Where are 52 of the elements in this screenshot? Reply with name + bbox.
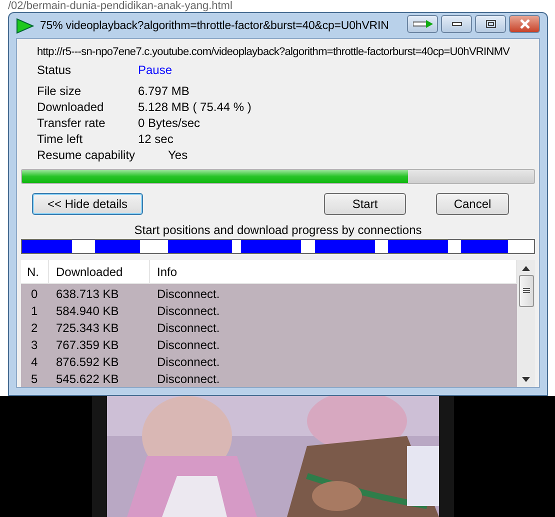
table-cell-text: 767.359 KB [55, 338, 120, 352]
field-value: 12 sec [138, 132, 174, 146]
arrow-button[interactable] [407, 15, 438, 33]
field-label: Time left [37, 132, 84, 146]
cancel-button[interactable]: Cancel [436, 193, 509, 215]
field-label: Transfer rate [37, 116, 106, 130]
table-cell-text: 638.713 KB [55, 286, 120, 300]
url-text: http://r5---sn-npo7ene7.c.youtube.com/videoplayback?algorithm=throttle-factorburst=40cp=U0hVRINMV [37, 45, 510, 60]
field-value: 0 Bytes/sec [138, 116, 200, 130]
table-cell-text: Disconnect. [156, 338, 220, 352]
start-button[interactable]: Start [324, 193, 406, 215]
arrow-icon [412, 20, 432, 28]
minimize-icon [452, 22, 462, 26]
table-cell-text: 3 [30, 338, 39, 352]
scrollbar[interactable] [517, 260, 535, 387]
field-value: Yes [168, 148, 188, 162]
play-icon [16, 18, 34, 34]
maximize-icon [486, 20, 496, 28]
table-cell-text: Disconnect. [156, 304, 220, 318]
field-label: Status [37, 63, 72, 77]
minimize-button[interactable] [441, 15, 472, 33]
connections-label: Start positions and download progress by connections [134, 223, 422, 237]
table-cell-text: Disconnect. [156, 286, 220, 300]
table-cell-text: 0 [30, 286, 39, 300]
column-header[interactable]: N. [21, 260, 49, 283]
table-cell-text: 4 [30, 354, 39, 368]
field-label: Resume capability [37, 148, 136, 162]
table-cell-text: 2 [30, 320, 39, 334]
table-cell-text: 584.940 KB [55, 304, 120, 318]
address-text: /02/bermain-dunia-pendidikan-anak-yang.html [8, 0, 232, 12]
table-cell-text: Disconnect. [156, 354, 220, 368]
window-title: 75% videoplayback?algorithm=throttle-factor&burst=40&cp=U0hVRIN [40, 20, 390, 32]
table-cell-text: 5 [30, 372, 39, 386]
field-value: 6.797 MB [138, 84, 190, 98]
table-cell-text: 725.343 KB [55, 320, 120, 334]
close-button[interactable] [509, 15, 540, 33]
scroll-thumb[interactable] [518, 275, 534, 307]
table-cell-text: 545.622 KB [55, 372, 120, 386]
maximize-button[interactable] [475, 15, 506, 33]
table-cell-text: Disconnect. [156, 372, 220, 386]
column-header[interactable]: Downloaded [49, 260, 150, 283]
field-value: 5.128 MB ( 75.44 % ) [138, 100, 252, 114]
table-cell-text: 876.592 KB [55, 354, 120, 368]
field-label: File size [37, 84, 82, 98]
scroll-up-icon[interactable] [522, 266, 530, 271]
status-value: Pause [138, 63, 172, 77]
hide-details-button[interactable]: << Hide details [32, 193, 143, 215]
table-cell-text: Disconnect. [156, 320, 220, 334]
close-icon [518, 19, 530, 29]
scroll-down-icon[interactable] [522, 377, 530, 382]
field-label: Downloaded [37, 100, 105, 114]
table-cell-text: 1 [30, 304, 39, 318]
